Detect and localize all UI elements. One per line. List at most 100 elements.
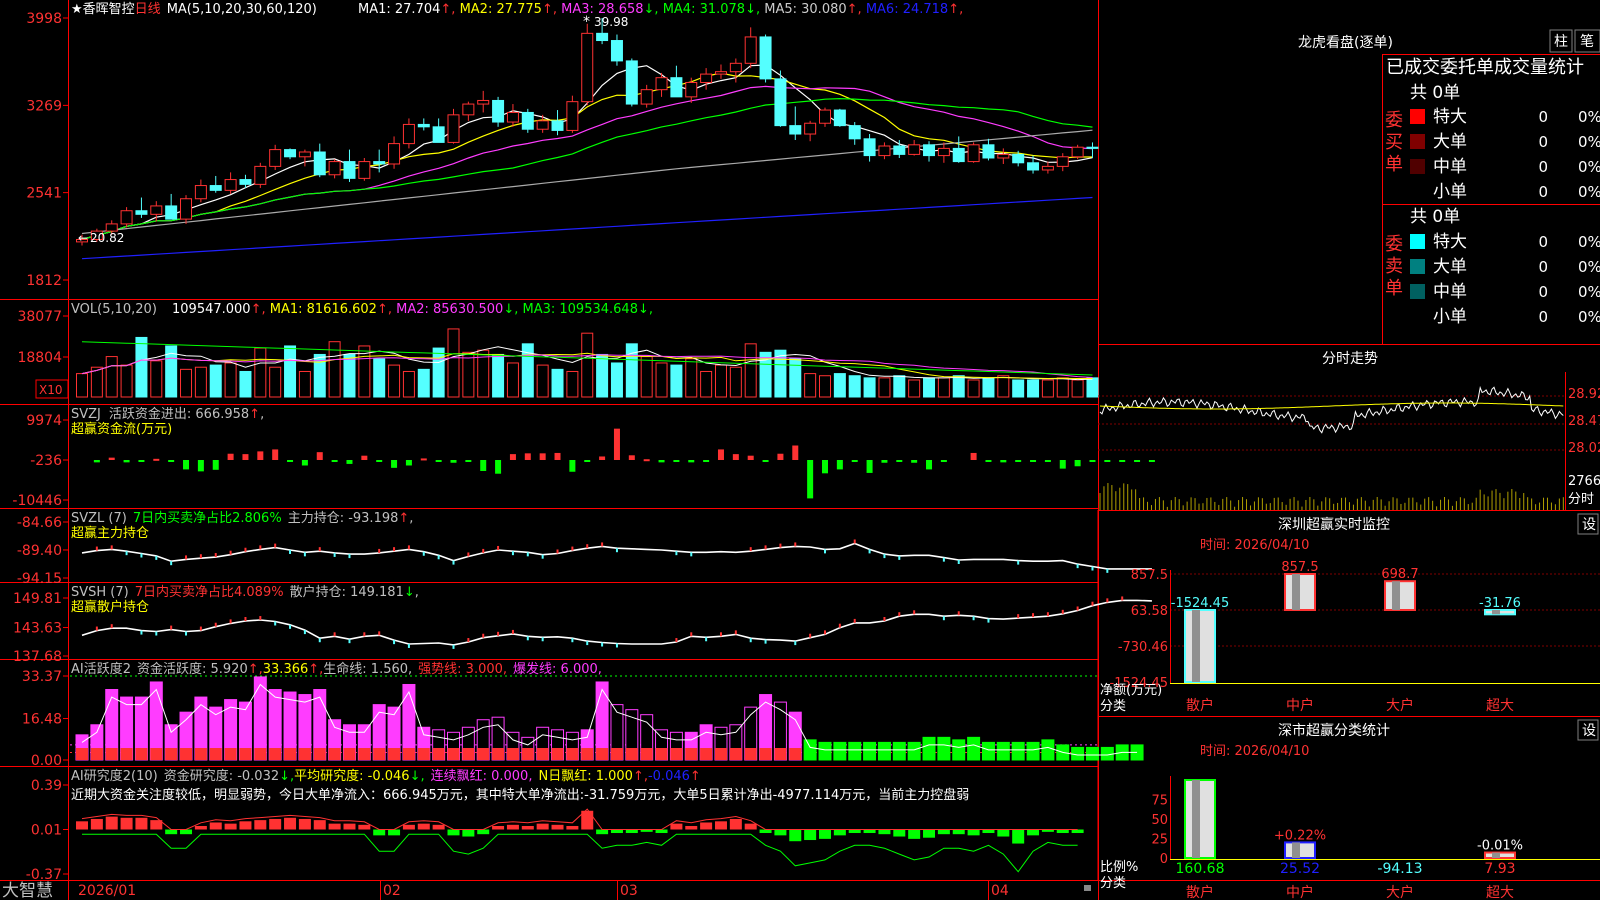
flow-bar[interactable] [911,460,918,463]
flow-bar[interactable] [138,460,145,462]
svzj-panel[interactable]: 9974 -236 -10446 [12,413,1155,509]
candle[interactable] [254,165,267,185]
activity-bar[interactable] [952,739,966,761]
research-bar[interactable] [165,829,178,835]
flow-bar[interactable] [970,452,977,460]
activity-bar[interactable] [1011,741,1025,761]
research-bar[interactable] [254,820,267,830]
candle[interactable] [1012,153,1025,164]
candle[interactable] [655,77,668,91]
research-bar[interactable] [774,829,787,836]
flow-bar[interactable] [688,460,695,463]
candle[interactable] [967,144,980,163]
volume-panel[interactable]: 38077 18804 [17,309,1099,398]
candle[interactable] [551,120,564,131]
flow-bar[interactable] [673,460,680,462]
volume-bar[interactable] [670,364,683,398]
flow-bar[interactable] [361,455,368,460]
candle[interactable] [908,144,921,155]
flow-bar[interactable] [628,455,635,460]
candle[interactable] [789,125,802,135]
research-bar[interactable] [462,829,475,837]
flow-bar[interactable] [1000,460,1007,463]
research-bar[interactable] [105,816,118,830]
activity-bar[interactable] [937,736,951,761]
research-bar[interactable] [878,829,891,835]
flow-bar[interactable] [1104,460,1111,462]
flow-bar[interactable] [851,460,858,462]
research-bar[interactable] [298,818,311,830]
candle[interactable] [165,205,178,220]
flow-bar[interactable] [316,452,323,460]
flow-bar[interactable] [1015,460,1022,462]
research-bar[interactable] [194,825,207,830]
volume-bar[interactable] [1056,377,1069,398]
candle[interactable] [1086,146,1099,149]
volume-bar[interactable] [180,368,193,398]
flow-bar[interactable] [227,453,234,460]
flow-bar[interactable] [435,460,442,462]
candle[interactable] [373,161,386,165]
volume-bar[interactable] [76,373,88,398]
activity-bar[interactable] [1071,746,1085,761]
candle[interactable] [952,147,965,163]
volume-bar[interactable] [952,375,965,398]
flow-bar[interactable] [346,460,353,464]
research-bar[interactable] [655,829,668,834]
research-bar[interactable] [833,829,846,836]
research-bar[interactable] [789,829,802,842]
intraday-price-line[interactable] [1099,385,1564,434]
research-bar[interactable] [313,820,326,830]
flow-bar[interactable] [93,460,100,463]
volume-bar[interactable] [1041,379,1054,398]
flow-bar[interactable] [792,445,799,460]
volume-bar[interactable] [700,370,713,398]
flow-bar[interactable] [539,453,546,460]
activity-bar[interactable] [253,676,267,761]
flow-bar[interactable] [926,460,933,470]
svsh-panel[interactable]: 149.81 143.63 137.68 [13,591,1152,665]
candle[interactable] [536,120,549,130]
volume-bar[interactable] [254,347,267,398]
flow-bar[interactable] [108,457,115,460]
volume-bar[interactable] [789,358,802,398]
candle[interactable] [298,151,311,158]
volume-bar[interactable] [224,362,237,398]
candle[interactable] [893,145,906,155]
research-bar[interactable] [566,825,579,830]
research-bar[interactable] [1027,829,1040,836]
activity-bar[interactable] [863,741,877,761]
candle[interactable] [1056,156,1069,167]
flow-bar[interactable] [658,460,665,463]
candle[interactable] [848,125,861,140]
research-bar[interactable] [388,829,401,836]
candle[interactable] [625,60,638,105]
flow-bar[interactable] [242,454,249,460]
lock-icon[interactable] [1084,885,1091,891]
candle[interactable] [1071,146,1084,158]
activity-bar[interactable] [877,741,891,761]
candle[interactable] [714,71,727,75]
research-bar[interactable] [551,824,564,830]
volume-bar[interactable] [833,373,846,398]
volume-bar[interactable] [596,353,609,398]
research-bar[interactable] [521,825,534,830]
candle[interactable] [833,109,846,127]
flow-bar[interactable] [732,454,739,460]
candle[interactable] [194,185,207,200]
candle[interactable] [506,111,519,123]
volume-bar[interactable] [744,343,757,398]
flow-bar[interactable] [777,453,784,460]
volume-bar[interactable] [298,370,311,398]
flow-bar[interactable] [569,460,576,472]
svsh-line[interactable] [81,599,1152,646]
research-bar[interactable] [432,824,445,830]
flow-bar[interactable] [480,460,487,471]
candle[interactable] [358,161,371,179]
flow-bar[interactable] [450,460,457,463]
research-bar[interactable] [120,817,133,830]
candle[interactable] [313,151,326,176]
candle[interactable] [402,123,415,145]
volume-bar[interactable] [923,377,936,398]
research-bar[interactable] [343,823,356,830]
